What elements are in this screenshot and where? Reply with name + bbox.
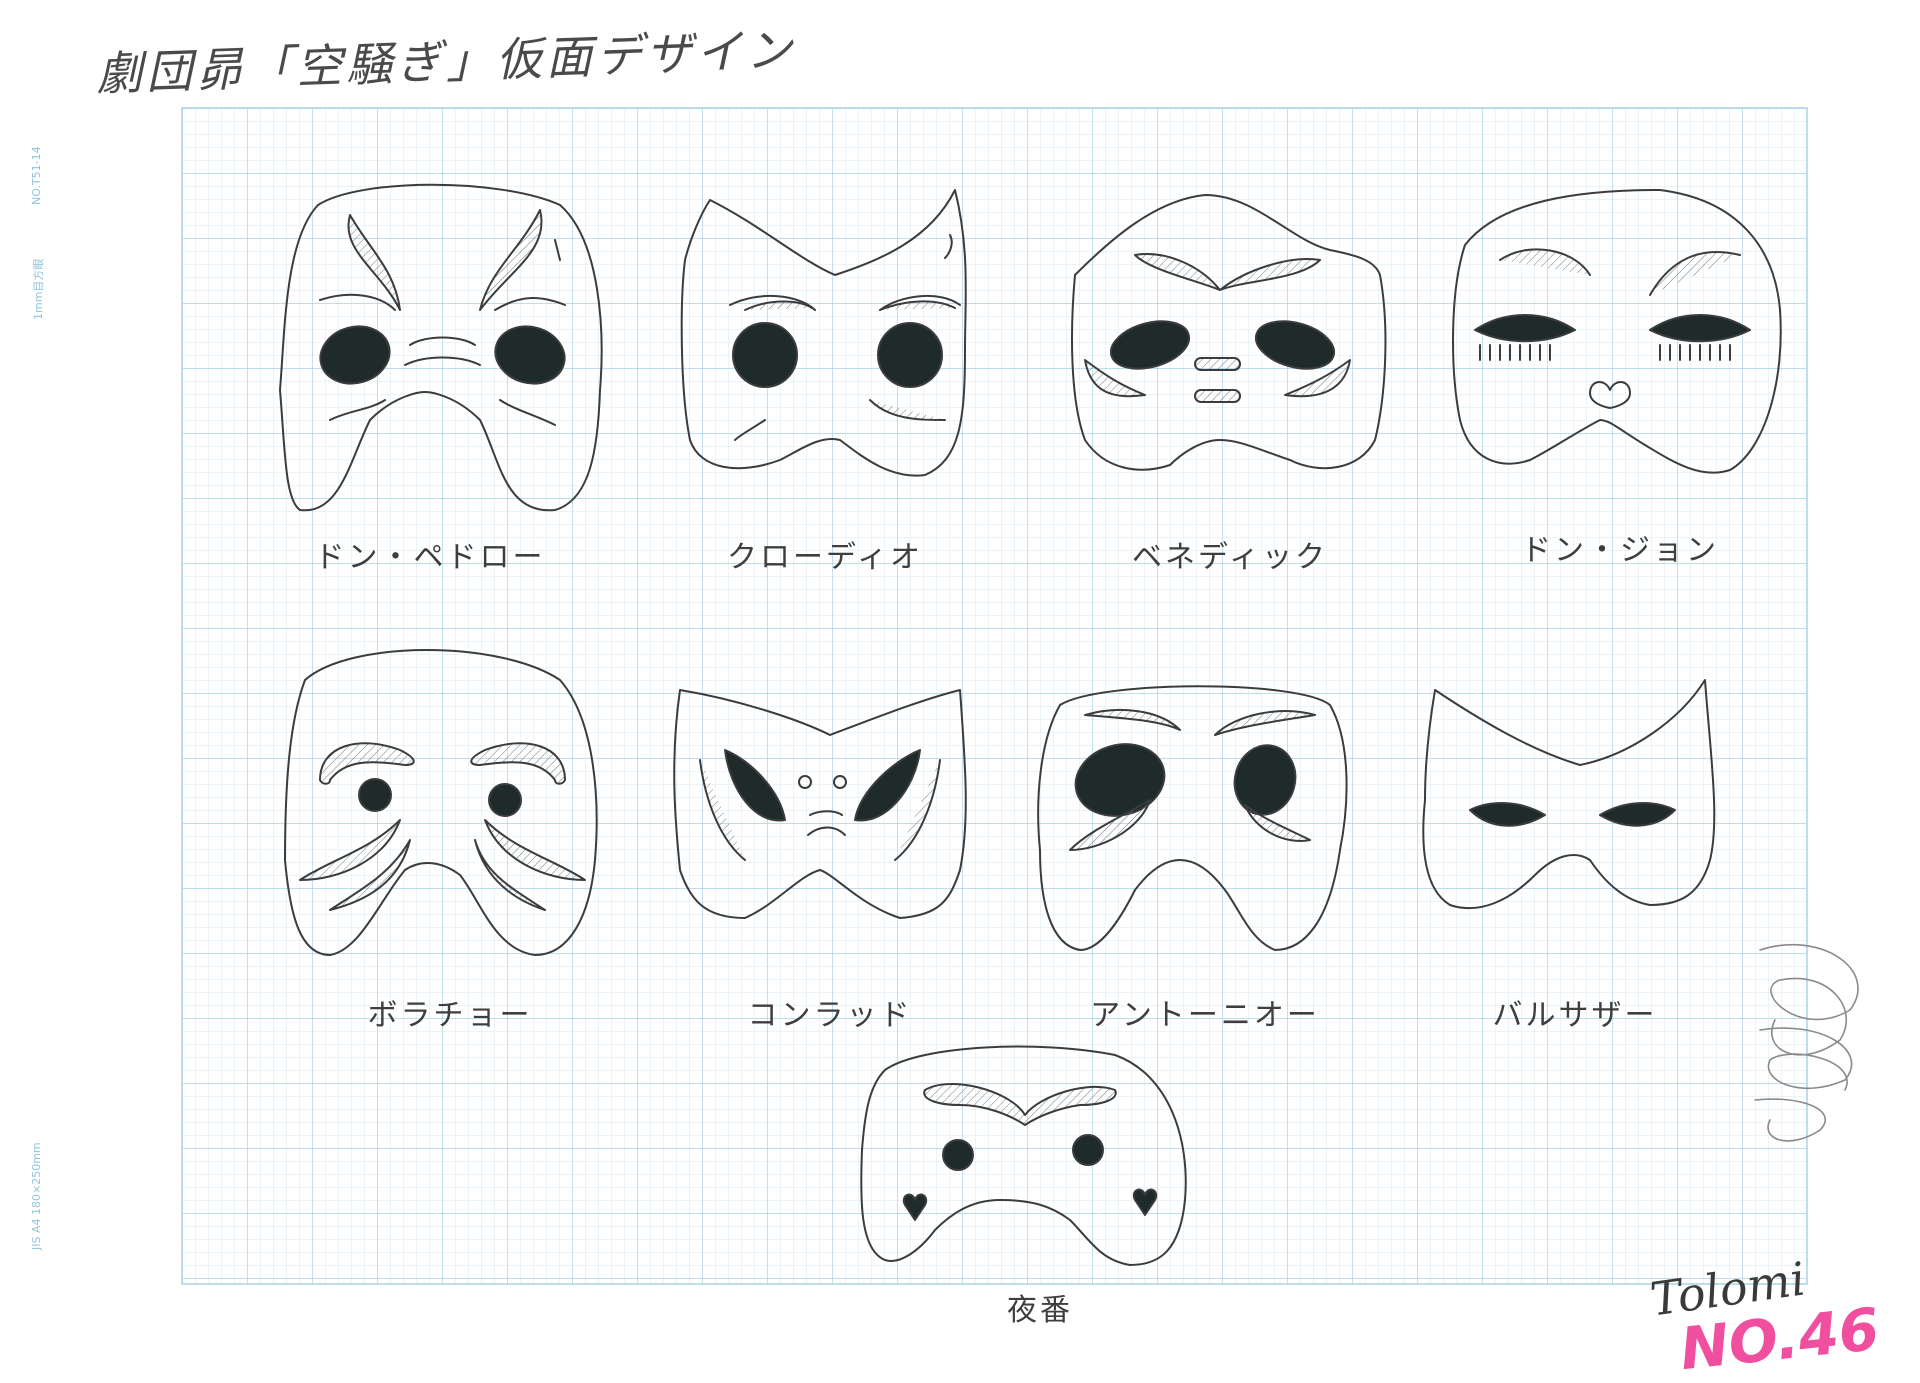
mask-label-benedick: ベネディック [1132, 540, 1328, 575]
mask-label-don-pedro: ドン・ペドロー [314, 540, 546, 575]
mask-label-claudio: クローディオ [727, 540, 923, 575]
mask-label-balthasar: バルサザー [1492, 998, 1658, 1033]
mask-label-conrade: コンラッド [747, 998, 913, 1033]
mask-label-watchman: 夜番 [1007, 1293, 1073, 1328]
mask-label-don-john: ドン・ジョン [1521, 533, 1719, 568]
margin-grid: 1mm目方眼 [32, 258, 45, 320]
mask-label-borachio: ボラチョー [367, 998, 533, 1033]
sketch-sheet [181, 107, 1859, 1285]
margin-size: JIS A4 180×250mm [30, 1142, 43, 1250]
margin-code: NO.T51-14 [30, 146, 43, 205]
mask-label-antonio: アントーニオー [1090, 998, 1320, 1033]
